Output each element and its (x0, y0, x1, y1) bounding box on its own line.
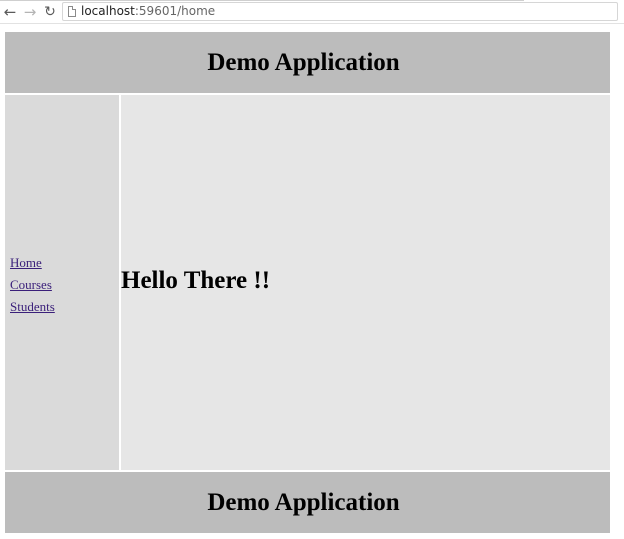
url-host: localhost (81, 4, 135, 18)
sidebar-item-students: Students (10, 296, 55, 318)
home-link[interactable]: Home (10, 255, 42, 270)
tab-strip-divider (0, 0, 524, 1)
courses-link[interactable]: Courses (10, 277, 52, 292)
forward-arrow-icon[interactable]: → (22, 3, 38, 21)
header-title: Demo Application (207, 48, 400, 76)
url-path: :59601/home (134, 4, 216, 18)
sidebar-item-home: Home (10, 252, 55, 274)
back-arrow-icon[interactable]: ← (2, 3, 18, 21)
sidebar-nav: Home Courses Students (10, 252, 55, 318)
page-layout: Demo Application Home Courses Students H… (5, 32, 610, 533)
main-heading: Hello There !! (121, 267, 271, 294)
url-text[interactable]: localhost:59601/home (81, 3, 215, 20)
reload-icon[interactable]: ↻ (42, 3, 58, 21)
page-header: Demo Application (5, 32, 610, 93)
footer-title: Demo Application (207, 488, 400, 516)
browser-toolbar: ← → ↻ localhost:59601/home (0, 0, 624, 24)
main-content: Hello There !! (121, 95, 610, 470)
students-link[interactable]: Students (10, 299, 55, 314)
page-footer: Demo Application (5, 472, 610, 533)
sidebar-item-courses: Courses (10, 274, 55, 296)
address-bar[interactable]: localhost:59601/home (62, 2, 618, 21)
sidebar: Home Courses Students (5, 95, 119, 470)
page-icon (68, 6, 76, 17)
